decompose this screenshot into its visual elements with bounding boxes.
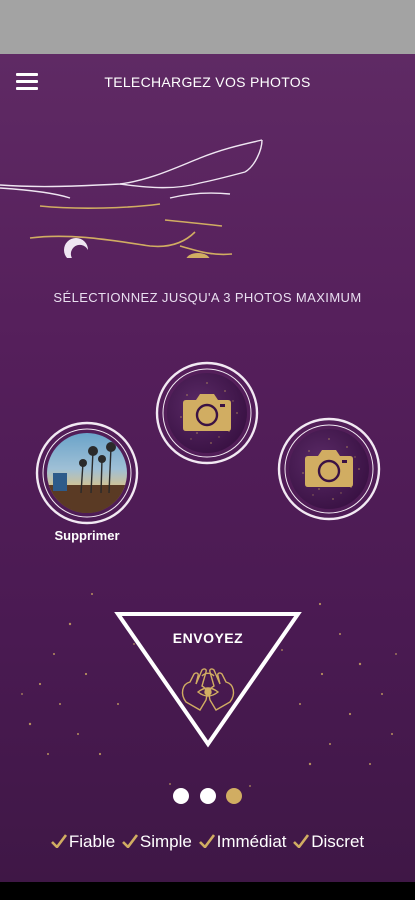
checkmark-icon: [50, 834, 67, 848]
pager-dot-2[interactable]: [199, 788, 216, 804]
features-row: Fiable Simple Immédiat Discret: [0, 832, 415, 852]
checkmark-icon: [293, 834, 310, 848]
photo-slot-2[interactable]: [154, 360, 260, 466]
feature-item: Discret: [293, 832, 364, 852]
hand-illustration-icon: [0, 139, 263, 258]
checkmark-icon: [121, 834, 138, 848]
checkmark-icon: [198, 834, 215, 848]
page-title: TELECHARGEZ VOS PHOTOS: [104, 74, 311, 90]
app-screen: TELECHARGEZ VOS PHOTOS SÉLECTIONNEZ JUSQ…: [0, 54, 415, 882]
feature-item: Immédiat: [198, 832, 287, 852]
pager-dots: [0, 788, 415, 809]
photo-slot-3[interactable]: [276, 416, 382, 522]
palms-eye-icon: [181, 668, 235, 711]
system-nav-bar: [0, 882, 415, 900]
camera-icon: [305, 450, 353, 487]
feature-item: Fiable: [50, 832, 115, 852]
send-button[interactable]: ENVOYEZ: [114, 610, 302, 748]
status-bar: [0, 0, 415, 54]
delete-photo-link[interactable]: Supprimer: [40, 528, 134, 543]
send-label: ENVOYEZ: [172, 630, 244, 646]
feature-item: Simple: [121, 832, 192, 852]
camera-icon: [183, 394, 231, 431]
photo-slot-1[interactable]: [34, 420, 140, 526]
pager-dot-3-active[interactable]: [225, 788, 242, 804]
instruction-text: SÉLECTIONNEZ JUSQU'A 3 PHOTOS MAXIMUM: [53, 290, 362, 305]
pager-dot-1[interactable]: [173, 788, 190, 804]
photo-thumbnail: [47, 433, 127, 513]
